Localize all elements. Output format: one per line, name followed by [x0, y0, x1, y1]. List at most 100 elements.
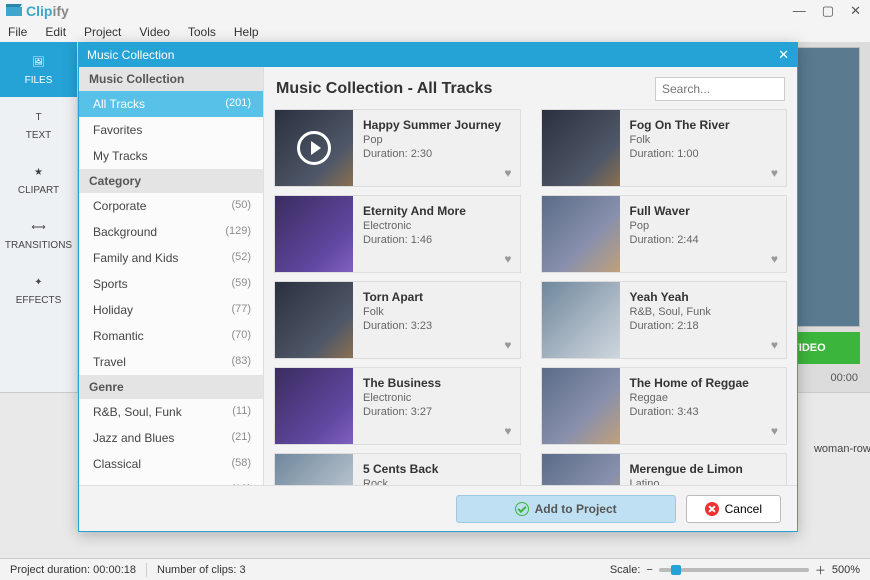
cancel-button[interactable]: Cancel: [686, 495, 781, 523]
menu-file[interactable]: File: [8, 25, 27, 39]
text-icon: T: [30, 108, 48, 126]
tab-text[interactable]: TTEXT: [0, 97, 77, 152]
favorite-icon[interactable]: ♥: [504, 252, 511, 266]
titlebar: Clipify — ▢ ✕: [0, 0, 870, 22]
sidebar-item-holiday[interactable]: Holiday(77): [79, 297, 263, 323]
sidebar-item-latino[interactable]: Latino(19): [79, 477, 263, 485]
sidebar-item-classical[interactable]: Classical(58): [79, 451, 263, 477]
dialog-footer: Add to Project Cancel: [79, 485, 797, 531]
dialog-titlebar: Music Collection ✕: [79, 43, 797, 67]
sidebar-item-favorites[interactable]: Favorites: [79, 117, 263, 143]
sidebar-item-sports[interactable]: Sports(59): [79, 271, 263, 297]
play-icon[interactable]: [297, 131, 331, 165]
clapper-icon: [6, 3, 22, 19]
page-title: Music Collection - All Tracks: [276, 80, 492, 98]
menu-edit[interactable]: Edit: [45, 25, 66, 39]
track-title: Happy Summer Journey: [363, 118, 510, 132]
search-input[interactable]: [655, 77, 785, 101]
transitions-icon: ⟷: [30, 218, 48, 236]
track-genre: Reggae: [630, 392, 777, 404]
track-item[interactable]: Full WaverPopDuration: 2:44♥: [541, 195, 788, 273]
project-duration-label: Project duration:: [10, 564, 90, 576]
dialog-title: Music Collection: [87, 48, 174, 62]
track-item[interactable]: Yeah Yeah R&B, Soul, Funk Duration: 2:18 ♥: [541, 281, 788, 359]
track-duration: Duration: 3:27: [363, 406, 510, 418]
track-item[interactable]: Eternity And MoreElectronicDuration: 1:4…: [274, 195, 521, 273]
clips-count-value: 3: [240, 564, 246, 576]
sidebar-item-jazz-and-blues[interactable]: Jazz and Blues(21): [79, 425, 263, 451]
dialog-close-button[interactable]: ✕: [778, 47, 789, 63]
sidebar-item-family-and-kids[interactable]: Family and Kids(52): [79, 245, 263, 271]
menubar: File Edit Project Video Tools Help: [0, 22, 870, 42]
track-thumbnail: [275, 110, 353, 186]
preview-timecode: 00:00: [830, 372, 858, 384]
zoom-out-button[interactable]: −: [646, 564, 652, 576]
track-item[interactable]: Happy Summer Journey Pop Duration: 2:30 ♥: [274, 109, 521, 187]
menu-tools[interactable]: Tools: [188, 25, 216, 39]
sidebar-item-travel[interactable]: Travel(83): [79, 349, 263, 375]
tab-effects[interactable]: ✦EFFECTS: [0, 262, 77, 317]
track-item[interactable]: The Business Electronic Duration: 3:27 ♥: [274, 367, 521, 445]
track-title: The Business: [363, 376, 510, 390]
menu-video[interactable]: Video: [139, 25, 169, 39]
sidebar-item-corporate[interactable]: Corporate(50): [79, 193, 263, 219]
track-item[interactable]: Torn ApartFolkDuration: 3:23♥: [274, 281, 521, 359]
clips-count-label: Number of clips:: [157, 564, 236, 576]
favorite-icon[interactable]: ♥: [771, 338, 778, 352]
menu-help[interactable]: Help: [234, 25, 259, 39]
sidebar-item-my-tracks[interactable]: My Tracks: [79, 143, 263, 169]
check-icon: [515, 502, 529, 516]
favorite-icon[interactable]: ♥: [504, 424, 511, 438]
effects-icon: ✦: [30, 273, 48, 291]
track-title: Full Waver: [630, 204, 777, 218]
sidebar-item-r-b-soul-funk[interactable]: R&B, Soul, Funk(11): [79, 399, 263, 425]
sidebar-item-background[interactable]: Background(129): [79, 219, 263, 245]
track-title: Torn Apart: [363, 290, 510, 304]
zoom-in-button[interactable]: ＋: [815, 562, 826, 578]
track-genre: Rock: [363, 478, 510, 485]
project-duration-value: 00:00:18: [93, 564, 136, 576]
maximize-button[interactable]: ▢: [819, 3, 837, 19]
track-thumbnail: [542, 282, 620, 358]
window-controls: — ▢ ✕: [790, 3, 864, 19]
track-item[interactable]: The Home of ReggaeReggaeDuration: 3:43♥: [541, 367, 788, 445]
track-thumbnail: [275, 282, 353, 358]
add-to-project-button[interactable]: Add to Project: [456, 495, 676, 523]
track-item[interactable]: 5 Cents BackRock♥: [274, 453, 521, 485]
track-title: 5 Cents Back: [363, 462, 510, 476]
track-item[interactable]: Fog On The RiverFolkDuration: 1:00♥: [541, 109, 788, 187]
track-thumbnail: [275, 196, 353, 272]
track-thumbnail: [275, 454, 353, 485]
minimize-button[interactable]: —: [790, 3, 809, 19]
favorite-icon[interactable]: ♥: [504, 338, 511, 352]
tab-files[interactable]: 🖼FILES: [0, 42, 77, 97]
sidebar-item-all-tracks[interactable]: All Tracks(201): [79, 91, 263, 117]
close-button[interactable]: ✕: [847, 3, 864, 19]
track-genre: R&B, Soul, Funk: [630, 306, 777, 318]
track-genre: Electronic: [363, 392, 510, 404]
favorite-icon[interactable]: ♥: [504, 166, 511, 180]
timeline-clip-label: woman-rows-: [814, 443, 870, 455]
track-duration: Duration: 2:18: [630, 320, 777, 332]
main-area: 🖼FILESTTEXT★CLIPART⟷TRANSITIONS✦EFFECTS …: [0, 42, 870, 558]
track-thumbnail: [275, 368, 353, 444]
track-title: Yeah Yeah: [630, 290, 777, 304]
dialog-content: Music Collection - All Tracks Happy Summ…: [264, 67, 797, 485]
menu-project[interactable]: Project: [84, 25, 121, 39]
track-item[interactable]: Merengue de LimonLatino♥: [541, 453, 788, 485]
favorite-icon[interactable]: ♥: [771, 166, 778, 180]
favorite-icon[interactable]: ♥: [771, 424, 778, 438]
sidebar-item-romantic[interactable]: Romantic(70): [79, 323, 263, 349]
sidebar-header: Category: [79, 169, 263, 193]
tab-clipart[interactable]: ★CLIPART: [0, 152, 77, 207]
zoom-slider[interactable]: [659, 568, 809, 572]
track-genre: Pop: [363, 134, 510, 146]
track-title: Merengue de Limon: [630, 462, 777, 476]
tab-transitions[interactable]: ⟷TRANSITIONS: [0, 207, 77, 262]
track-title: Eternity And More: [363, 204, 510, 218]
favorite-icon[interactable]: ♥: [771, 252, 778, 266]
statusbar: Project duration: 00:00:18 Number of cli…: [0, 558, 870, 580]
track-duration: Duration: 2:30: [363, 148, 510, 160]
scale-label: Scale:: [610, 564, 641, 576]
track-duration: Duration: 1:00: [630, 148, 777, 160]
